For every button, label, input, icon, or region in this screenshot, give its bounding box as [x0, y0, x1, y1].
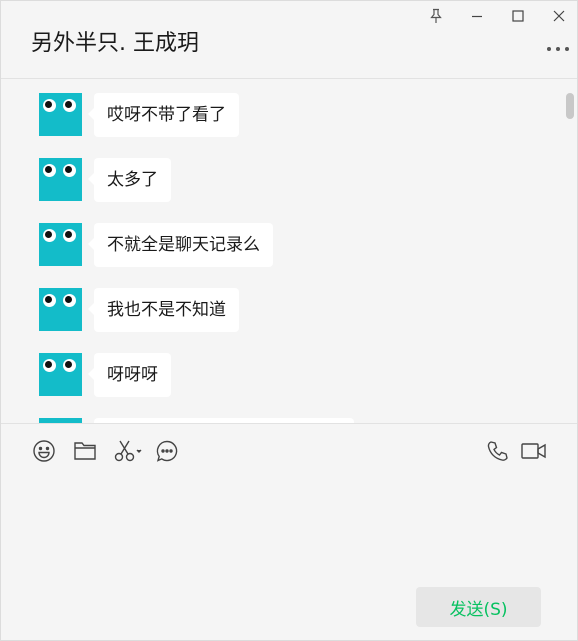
message-input[interactable]: [1, 479, 577, 579]
video-icon[interactable]: [520, 438, 548, 464]
message-bubble[interactable]: 呀呀呀: [88, 353, 171, 397]
chat-title: 另外半只. 王成玥: [31, 31, 199, 56]
input-toolbar: [1, 423, 577, 479]
phone-icon[interactable]: [485, 438, 511, 464]
emoji-icon[interactable]: [31, 438, 57, 464]
chat-history-icon[interactable]: [154, 438, 180, 464]
message-list[interactable]: 哎呀不带了看了 太多了 不就全是聊天记录么 我也不是不知道 呀呀呀: [1, 80, 577, 423]
more-options-icon[interactable]: [547, 45, 569, 53]
minimize-icon[interactable]: [466, 5, 488, 27]
chat-header: 另外半只. 王成玥: [1, 1, 577, 79]
avatar[interactable]: [39, 158, 82, 201]
message-scrollbar[interactable]: [566, 93, 574, 119]
message-bubble[interactable]: 太多了: [88, 158, 171, 202]
avatar[interactable]: [39, 288, 82, 331]
message-bubble[interactable]: 不就全是聊天记录么: [88, 223, 273, 267]
avatar[interactable]: [39, 353, 82, 396]
message-input-area[interactable]: [1, 479, 577, 579]
folder-icon[interactable]: [72, 438, 98, 464]
avatar[interactable]: [39, 223, 82, 266]
pin-icon[interactable]: [425, 5, 447, 27]
send-button[interactable]: 发送(S): [416, 587, 541, 627]
scissors-icon[interactable]: [113, 438, 143, 464]
chat-window: 另外半只. 王成玥 哎呀不带了看了 太多了 不就全是聊天记录么 我也不是不知道 …: [0, 0, 578, 641]
avatar[interactable]: [39, 93, 82, 136]
message-bubble[interactable]: 哎呀不带了看了: [88, 93, 239, 137]
close-icon[interactable]: [548, 5, 570, 27]
message-bubble[interactable]: 我也不是不知道: [88, 288, 239, 332]
maximize-icon[interactable]: [507, 5, 529, 27]
